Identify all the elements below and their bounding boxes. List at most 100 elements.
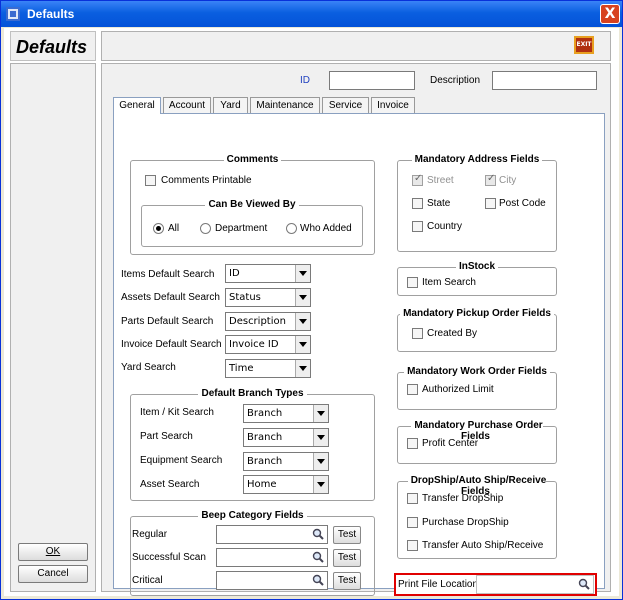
beep-regular-label: Regular: [132, 529, 168, 540]
pickup-fields-title: Mandatory Pickup Order Fields: [400, 308, 554, 319]
beep-regular-test-button[interactable]: Test: [333, 526, 361, 544]
profit-center-checkbox[interactable]: [407, 438, 418, 449]
beep-title: Beep Category Fields: [198, 510, 307, 521]
city-checkbox[interactable]: [485, 173, 496, 186]
beep-scan-label: Successful Scan: [132, 552, 206, 563]
left-panel: OK Cancel: [10, 63, 96, 592]
created-by-checkbox[interactable]: [412, 328, 423, 339]
city-label: City: [499, 175, 517, 186]
country-checkbox[interactable]: [412, 221, 423, 232]
transfer-dropship-label: Transfer DropShip: [422, 493, 504, 504]
tab-general[interactable]: General: [113, 97, 161, 114]
profit-center-label: Profit Center: [422, 438, 479, 449]
chevron-down-icon: [295, 336, 310, 353]
toolbar-panel: EXIT: [101, 31, 611, 61]
transfer-auto-ship-checkbox[interactable]: [407, 540, 418, 551]
created-by-label: Created By: [427, 328, 478, 339]
search-icon[interactable]: [312, 528, 324, 540]
radio-all[interactable]: [153, 223, 164, 234]
description-label: Description: [430, 75, 481, 86]
assets-search-select[interactable]: Status: [225, 288, 311, 307]
chevron-down-icon: [295, 313, 310, 330]
ok-button[interactable]: OK: [18, 543, 88, 561]
id-label: ID: [300, 75, 310, 86]
beep-regular-input[interactable]: [216, 525, 328, 544]
branch-types-title: Default Branch Types: [198, 388, 307, 399]
state-checkbox[interactable]: [412, 198, 423, 209]
comments-printable-label: Comments Printable: [161, 175, 252, 186]
app-icon: [6, 7, 20, 21]
item-search-checkbox[interactable]: [407, 277, 418, 288]
branch-equipment-select[interactable]: Branch: [243, 452, 329, 471]
beep-group: Beep Category Fields Regular Test Succes…: [130, 510, 375, 596]
transfer-dropship-checkbox[interactable]: [407, 493, 418, 504]
tab-maintenance[interactable]: Maintenance: [250, 97, 320, 113]
items-search-select[interactable]: ID: [225, 264, 311, 283]
item-search-label: Item Search: [422, 277, 476, 288]
radio-department[interactable]: [200, 223, 211, 234]
radio-who-added[interactable]: [286, 223, 297, 234]
country-label: Country: [427, 221, 463, 232]
authorized-limit-label: Authorized Limit: [422, 384, 494, 395]
purchase-dropship-checkbox[interactable]: [407, 517, 418, 528]
search-icon[interactable]: [312, 574, 324, 586]
pickup-fields-group: Mandatory Pickup Order Fields Created By: [397, 308, 557, 352]
beep-critical-test-button[interactable]: Test: [333, 572, 361, 590]
branch-part-select[interactable]: Branch: [243, 428, 329, 447]
parts-search-select[interactable]: Description: [225, 312, 311, 331]
beep-scan-test-button[interactable]: Test: [333, 549, 361, 567]
branch-item-select[interactable]: Branch: [243, 404, 329, 423]
yard-search-select[interactable]: Time: [225, 359, 311, 378]
title-bar[interactable]: Defaults X: [1, 1, 622, 27]
post-code-checkbox[interactable]: [485, 198, 496, 209]
page-title: Defaults: [16, 37, 88, 57]
state-label: State: [427, 198, 451, 209]
branch-item-label: Item / Kit Search: [140, 407, 214, 418]
branch-equipment-label: Equipment Search: [140, 455, 223, 466]
comments-group: Comments Comments Printable Can Be Viewe…: [130, 154, 375, 255]
chevron-down-icon: [295, 265, 310, 282]
viewed-by-group: Can Be Viewed By All Department Who Adde…: [141, 199, 363, 247]
window-title: Defaults: [27, 7, 75, 21]
purchase-dropship-label: Purchase DropShip: [422, 517, 509, 528]
branch-asset-select[interactable]: Home: [243, 475, 329, 494]
street-label: Street: [427, 175, 454, 186]
tab-service[interactable]: Service: [322, 97, 369, 113]
comments-printable-checkbox[interactable]: [145, 175, 156, 186]
street-checkbox[interactable]: [412, 173, 423, 186]
cancel-button[interactable]: Cancel: [18, 565, 88, 583]
chevron-down-icon: [295, 360, 310, 377]
print-file-location-label: Print File Location: [398, 579, 479, 590]
description-input[interactable]: [492, 71, 597, 90]
tab-yard[interactable]: Yard: [213, 97, 248, 113]
instock-title: InStock: [455, 261, 499, 272]
address-fields-group: Mandatory Address Fields Street City Sta…: [397, 154, 557, 252]
title-panel: Defaults: [10, 31, 96, 61]
id-input[interactable]: [329, 71, 415, 90]
chevron-down-icon: [295, 289, 310, 306]
search-icon[interactable]: [312, 551, 324, 563]
yard-search-label: Yard Search: [121, 362, 176, 373]
address-fields-title: Mandatory Address Fields: [411, 154, 543, 165]
close-button[interactable]: X: [600, 4, 620, 24]
work-order-fields-title: Mandatory Work Order Fields: [404, 366, 550, 377]
defaults-window: Defaults X Defaults EXIT OK Cancel ID De…: [0, 0, 623, 600]
instock-group: InStock Item Search: [397, 261, 557, 296]
dropship-fields-group: DropShip/Auto Ship/Receive Fields Transf…: [397, 475, 557, 559]
authorized-limit-checkbox[interactable]: [407, 384, 418, 395]
work-order-fields-group: Mandatory Work Order Fields Authorized L…: [397, 366, 557, 410]
search-icon[interactable]: [578, 578, 590, 590]
chevron-down-icon: [313, 453, 328, 470]
invoice-search-select[interactable]: Invoice ID: [225, 335, 311, 354]
beep-critical-input[interactable]: [216, 571, 328, 590]
exit-button[interactable]: EXIT: [574, 36, 594, 54]
ok-label: OK: [45, 546, 61, 557]
tab-invoice[interactable]: Invoice: [371, 97, 415, 113]
comments-title: Comments: [223, 154, 282, 165]
main-panel: ID Description General Account Yard Main…: [101, 63, 611, 596]
tab-account[interactable]: Account: [163, 97, 211, 113]
chevron-down-icon: [313, 429, 328, 446]
beep-scan-input[interactable]: [216, 548, 328, 567]
print-file-location-input[interactable]: [476, 575, 594, 594]
parts-search-label: Parts Default Search: [121, 316, 214, 327]
